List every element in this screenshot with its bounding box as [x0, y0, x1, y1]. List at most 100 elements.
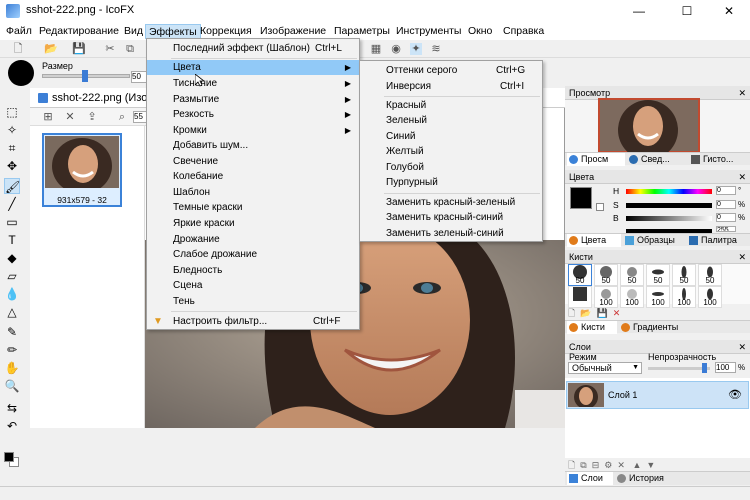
close-icon[interactable]: ✕: [738, 170, 746, 184]
menu-tools[interactable]: Инструменты: [393, 24, 464, 39]
magic-wand-icon[interactable]: ✧: [4, 122, 20, 138]
merge-layer-icon[interactable]: ⊟: [592, 460, 600, 470]
tab-histogram[interactable]: Гисто...: [689, 153, 749, 166]
close-icon[interactable]: ✕: [738, 86, 746, 100]
menu-item-shadow[interactable]: Тень: [147, 294, 359, 309]
foreground-color-swatch[interactable]: [4, 452, 14, 462]
save-brush-icon[interactable]: 💾: [597, 308, 608, 318]
tab-brushes[interactable]: Кисти: [567, 321, 617, 334]
tab-colors[interactable]: Цвета: [567, 234, 621, 247]
save-icon[interactable]: 💾: [72, 43, 86, 55]
saturation-field[interactable]: 0: [716, 200, 736, 209]
pencil-icon[interactable]: ✏: [4, 342, 20, 358]
text-icon[interactable]: T: [4, 232, 20, 248]
export-icon[interactable]: ⇪: [86, 111, 98, 123]
maximize-button[interactable]: ☐: [664, 0, 710, 22]
eye-visibility-icon[interactable]: 👁: [728, 388, 742, 401]
menu-item-pale[interactable]: Бледность: [147, 263, 359, 278]
move-up-icon[interactable]: ▲: [632, 460, 641, 470]
select-icon[interactable]: ⬚: [4, 104, 20, 120]
brush-preset[interactable]: 100: [594, 286, 618, 308]
menu-item-scene[interactable]: Сцена: [147, 278, 359, 293]
rectangle-icon[interactable]: ▭: [4, 214, 20, 230]
add-page-icon[interactable]: ⊞: [42, 111, 54, 123]
menu-item-bright-colors[interactable]: Яркие краски: [147, 216, 359, 231]
move-down-icon[interactable]: ▼: [646, 460, 655, 470]
cut-icon[interactable]: ✂: [104, 43, 116, 55]
hand-icon[interactable]: ✋: [4, 360, 20, 376]
close-icon[interactable]: ✕: [738, 340, 746, 354]
open-brush-icon[interactable]: 📂: [580, 308, 591, 318]
swap-icon[interactable]: ⇆: [4, 400, 20, 416]
menu-item-dark-colors[interactable]: Темные краски: [147, 200, 359, 215]
brush-preset[interactable]: 50: [646, 264, 670, 286]
alpha-field[interactable]: 255: [716, 226, 736, 232]
size-value[interactable]: 50: [131, 71, 147, 83]
menu-item-wave[interactable]: Колебание: [147, 169, 359, 184]
brush-preset[interactable]: 100: [646, 286, 670, 308]
copy-icon[interactable]: ⧉: [124, 43, 136, 55]
submenu-item-green[interactable]: Зеленый: [360, 113, 542, 128]
zoom-icon[interactable]: 🔍: [4, 378, 20, 394]
submenu-item-cyan[interactable]: Голубой: [360, 160, 542, 175]
menu-window[interactable]: Окно: [465, 24, 495, 39]
menu-file[interactable]: Файл: [3, 24, 35, 39]
menu-item-emboss[interactable]: Тиснение▶: [147, 76, 359, 91]
fill-icon[interactable]: ◆: [4, 250, 20, 266]
menu-item-configure-filter[interactable]: ▼ Настроить фильтр... Ctrl+F: [147, 314, 359, 329]
eraser-icon[interactable]: ▱: [4, 268, 20, 284]
menu-correction[interactable]: Коррекция: [197, 24, 255, 39]
primary-color-swatch[interactable]: [570, 187, 592, 209]
menu-edit[interactable]: Редактирование: [36, 24, 122, 39]
sharpen-icon[interactable]: △: [4, 304, 20, 320]
delete-brush-icon[interactable]: ✕: [613, 308, 621, 318]
tab-history[interactable]: История: [615, 472, 679, 485]
new-layer-icon[interactable]: 🗋: [568, 460, 575, 470]
brightness-slider[interactable]: [626, 216, 712, 221]
move-icon[interactable]: ✥: [4, 158, 20, 174]
hue-field[interactable]: 0: [716, 186, 736, 195]
zoom-doc-icon[interactable]: ⌕: [116, 111, 128, 123]
submenu-item-blue[interactable]: Синий: [360, 129, 542, 144]
menu-item-sharpen[interactable]: Резкость ▶: [147, 107, 359, 122]
crop-icon[interactable]: ⌗: [4, 140, 20, 156]
tab-palette[interactable]: Палитра: [687, 234, 749, 247]
submenu-item-grayscale[interactable]: Оттенки серого Ctrl+G: [360, 63, 542, 78]
open-folder-icon[interactable]: 📂: [44, 43, 58, 55]
submenu-item-red[interactable]: Красный: [360, 98, 542, 113]
hue-slider[interactable]: [626, 189, 712, 194]
brush-icon[interactable]: 🖌: [4, 178, 20, 194]
opacity-slider[interactable]: [648, 367, 710, 370]
saturation-slider[interactable]: [626, 203, 712, 208]
submenu-item-yellow[interactable]: Желтый: [360, 144, 542, 159]
brush-preset[interactable]: 100: [698, 286, 722, 308]
opacity-field[interactable]: 100: [715, 362, 736, 373]
new-brush-icon[interactable]: 🗋: [568, 308, 575, 318]
tab-preview[interactable]: Просм: [567, 153, 625, 166]
menu-item-jitter[interactable]: Дрожание: [147, 232, 359, 247]
zoom-field[interactable]: 55: [133, 111, 147, 123]
blur-icon[interactable]: 💧: [4, 286, 20, 302]
tab-info[interactable]: Свед...: [627, 153, 687, 166]
menu-image[interactable]: Изображение: [257, 24, 329, 39]
delete-layer-icon[interactable]: ✕: [617, 460, 625, 470]
submenu-item-swap-green-blue[interactable]: Заменить зеленый-синий: [360, 226, 542, 241]
brush-preset[interactable]: 100: [672, 286, 696, 308]
brush-preset[interactable]: 50: [568, 264, 592, 286]
brush-preset[interactable]: 50: [620, 264, 644, 286]
new-file-icon[interactable]: 🗋: [12, 43, 24, 55]
minimize-button[interactable]: —: [616, 0, 662, 22]
menu-view[interactable]: Вид: [121, 24, 146, 39]
undo-icon[interactable]: ↶: [4, 418, 20, 434]
tab-gradients[interactable]: Градиенты: [619, 321, 689, 334]
menu-item-glow[interactable]: Свечение: [147, 154, 359, 169]
eyedropper-icon[interactable]: ✎: [4, 324, 20, 340]
menu-item-edges[interactable]: Кромки ▶: [147, 123, 359, 138]
menu-item-last-effect[interactable]: Последний эффект (Шаблон) Ctrl+L: [147, 41, 359, 56]
tab-layers[interactable]: Слои: [567, 472, 613, 485]
close-icon[interactable]: ✕: [738, 250, 746, 264]
tab-swatches[interactable]: Образцы: [623, 234, 683, 247]
submenu-item-invert[interactable]: Инверсия Ctrl+I: [360, 79, 542, 94]
size-slider-thumb[interactable]: [82, 70, 88, 82]
brush-preset[interactable]: 50: [594, 264, 618, 286]
